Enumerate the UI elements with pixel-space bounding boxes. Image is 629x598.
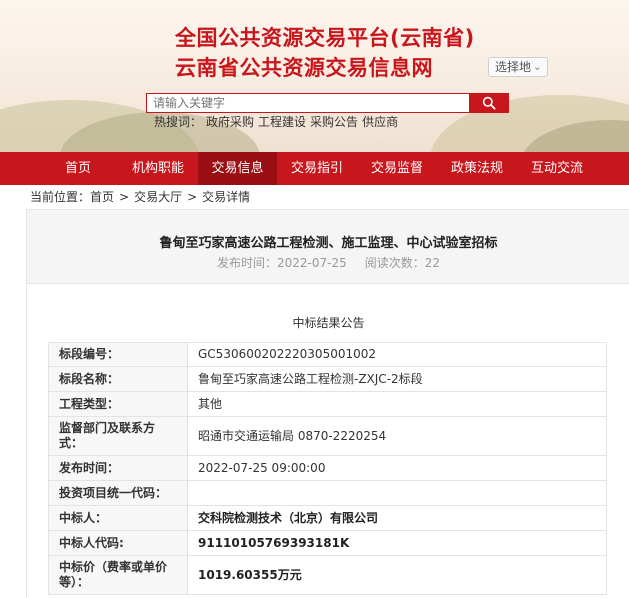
- breadcrumb-current: 交易详情: [202, 190, 251, 204]
- section-title: 中标结果公告: [292, 316, 365, 330]
- hot-word-link[interactable]: 工程建设: [258, 115, 306, 129]
- table-row: 工程类型： 其他: [48, 391, 607, 417]
- row-key: 投资项目统一代码：: [48, 480, 188, 506]
- table-row: 中标人： 交科院检测技术（北京）有限公司: [48, 505, 607, 531]
- breadcrumb-link-home[interactable]: 首页: [90, 190, 114, 204]
- breadcrumb-link-trade-hall[interactable]: 交易大厅: [134, 190, 182, 204]
- row-value: 交科院检测技术（北京）有限公司: [187, 505, 607, 531]
- row-value: 其他: [187, 391, 607, 417]
- publish-time: 发布时间：2022-07-25: [216, 256, 347, 270]
- table-row: 标段编号： GC530600202220305001002: [48, 342, 607, 367]
- chevron-down-icon: ⌄: [532, 60, 542, 73]
- row-value: 1019.60355万元: [187, 555, 607, 595]
- table-row: 标段名称： 鲁甸至巧家高速公路工程检测-ZXJC-2标段: [48, 366, 607, 392]
- nav-item-supervision[interactable]: 交易监督: [357, 152, 437, 185]
- search-button[interactable]: [469, 93, 509, 113]
- table-row: 发布时间： 2022-07-25 09:00:00: [48, 455, 607, 481]
- nav-item-policy[interactable]: 政策法规: [437, 152, 517, 185]
- row-key: 中标人代码:: [48, 530, 188, 556]
- bid-result-table: 标段编号： GC530600202220305001002 标段名称： 鲁甸至巧…: [48, 342, 607, 595]
- breadcrumb-separator: >: [119, 190, 130, 204]
- nav-item-trade-guide[interactable]: 交易指引: [277, 152, 357, 185]
- site-title: 全国公共资源交易平台(云南省): [175, 26, 475, 50]
- article-meta: 发布时间：2022-07-25 阅读次数：22: [27, 254, 629, 271]
- view-count: 阅读次数：22: [364, 256, 441, 270]
- table-row: 监督部门及联系方式： 昭通市交通运输局 0870-2220254: [48, 416, 607, 456]
- search-icon: [482, 96, 496, 110]
- row-value: 昭通市交通运输局 0870-2220254: [187, 416, 607, 456]
- article-header: 鲁甸至巧家高速公路工程检测、施工监理、中心试验室招标 发布时间：2022-07-…: [26, 209, 629, 284]
- nav-item-organization[interactable]: 机构职能: [118, 152, 198, 185]
- main-nav: 首页 机构职能 交易信息 交易指引 交易监督 政策法规 互动交流: [0, 152, 629, 185]
- row-value: 91110105769393181K: [187, 530, 607, 556]
- nav-item-interaction[interactable]: 互动交流: [517, 152, 597, 185]
- row-value: 鲁甸至巧家高速公路工程检测-ZXJC-2标段: [187, 366, 607, 392]
- hot-words-label: 热搜词：: [154, 115, 203, 129]
- hot-word-link[interactable]: 供应商: [362, 115, 398, 129]
- region-select-label: 选择地: [495, 60, 532, 74]
- row-value: 2022-07-25 09:00:00: [187, 455, 607, 481]
- row-key: 中标人：: [48, 505, 188, 531]
- table-row: 投资项目统一代码：: [48, 480, 607, 506]
- hot-word-link[interactable]: 政府采购: [206, 115, 254, 129]
- hot-words-bar: 热搜词： 政府采购 工程建设 采购公告 供应商: [154, 113, 402, 130]
- row-key: 标段编号：: [48, 342, 188, 367]
- region-select-button[interactable]: 选择地 ⌄: [488, 57, 548, 77]
- row-value: GC530600202220305001002: [187, 342, 607, 367]
- breadcrumb: 当前位置：首页 > 交易大厅 > 交易详情: [30, 188, 255, 205]
- row-value: [187, 480, 607, 506]
- row-key: 中标价（费率或单价等）：: [48, 555, 188, 595]
- row-key: 监督部门及联系方式：: [48, 416, 188, 456]
- site-subtitle: 云南省公共资源交易信息网: [175, 56, 433, 80]
- row-key: 工程类型：: [48, 391, 188, 417]
- site-header: 全国公共资源交易平台(云南省) 云南省公共资源交易信息网 选择地 ⌄ 热搜词：政…: [0, 0, 629, 152]
- table-row: 中标人代码: 91110105769393181K: [48, 530, 607, 556]
- search-input[interactable]: [146, 93, 471, 113]
- hot-word-link[interactable]: 采购公告: [310, 115, 358, 129]
- nav-item-trade-info[interactable]: 交易信息: [198, 152, 277, 185]
- breadcrumb-separator: >: [187, 190, 198, 204]
- row-key: 标段名称：: [48, 366, 188, 392]
- nav-item-home[interactable]: 首页: [38, 152, 118, 185]
- article-title: 鲁甸至巧家高速公路工程检测、施工监理、中心试验室招标: [159, 236, 498, 251]
- breadcrumb-prefix: 当前位置：: [30, 190, 91, 204]
- row-key: 发布时间：: [48, 455, 188, 481]
- table-row: 中标价（费率或单价等）： 1019.60355万元: [48, 555, 607, 595]
